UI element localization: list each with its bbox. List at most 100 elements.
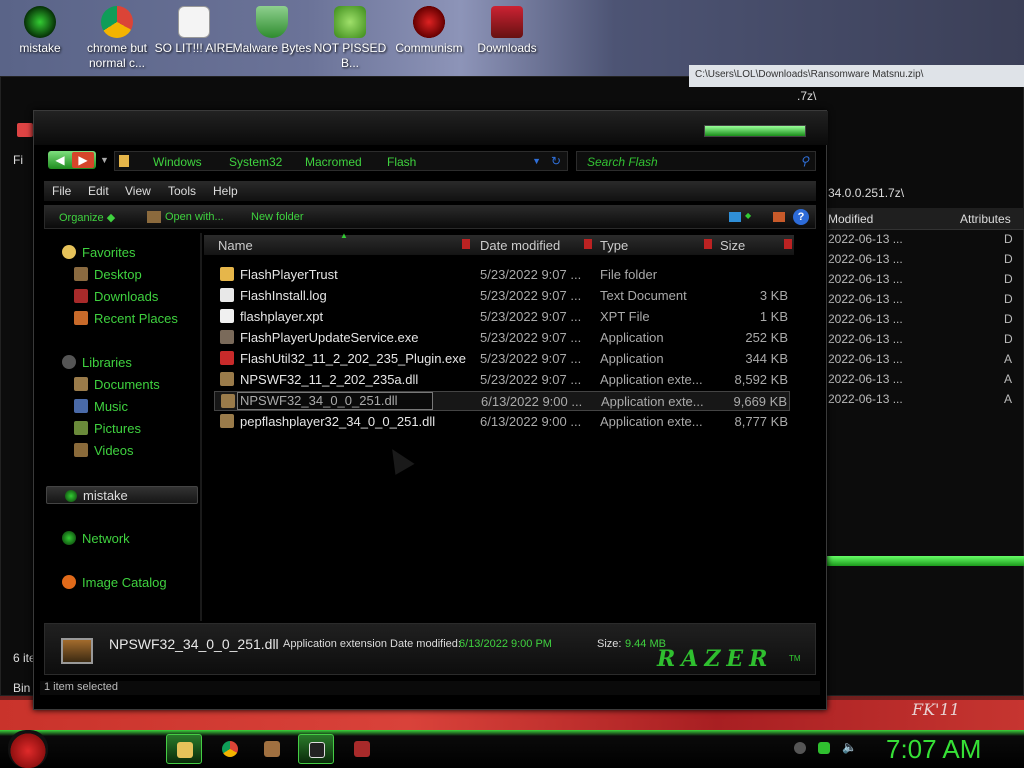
desktop-icon-mistake[interactable]: mistake (0, 6, 80, 56)
open-with-button[interactable]: Open with... (165, 211, 224, 223)
file-row[interactable]: FlashPlayerTrust 5/23/2022 9:07 ... File f… (214, 265, 790, 285)
7zip-menu-file[interactable]: Fi (13, 153, 23, 167)
details-type-label: Application extension Date modified: (283, 638, 461, 650)
column-size[interactable]: Size (720, 238, 745, 253)
nav-music[interactable]: Music (74, 399, 128, 414)
column-size-filter-icon[interactable] (784, 239, 792, 249)
nav-image-catalog[interactable]: Image Catalog (62, 575, 167, 590)
breadcrumb-flash[interactable]: Flash (387, 155, 416, 169)
menu-help[interactable]: Help (213, 184, 238, 198)
column-type[interactable]: Type (600, 238, 628, 253)
taskbar-explorer[interactable] (166, 734, 202, 764)
archive-row[interactable]: 2022-06-13 ... D (826, 232, 1024, 252)
window-control-buttons[interactable] (704, 125, 806, 137)
archive-row[interactable]: 2022-06-13 ... D (826, 312, 1024, 332)
breadcrumb-macromed[interactable]: Macromed (305, 155, 362, 169)
taskbar-7zip[interactable] (298, 734, 334, 764)
taskbar-app[interactable] (254, 734, 290, 764)
taskbar-clock[interactable]: 7:07 AM (886, 734, 981, 765)
organize-button[interactable]: Organize ◆ (59, 211, 115, 224)
archive-row[interactable]: 2022-06-13 ... A (826, 372, 1024, 392)
documents-icon (74, 377, 88, 391)
volume-icon[interactable]: 🔈 (842, 740, 857, 754)
archive-row[interactable]: 2022-06-13 ... A (826, 392, 1024, 412)
file-date-modified: 6/13/2022 9:00 ... (480, 414, 582, 429)
menu-file[interactable]: File (52, 184, 71, 198)
recent-pages-dropdown-icon[interactable]: ▼ (100, 155, 109, 165)
7zip-address[interactable]: 34.0.0.251.7z\ (828, 186, 904, 200)
view-options-icon[interactable] (729, 212, 741, 222)
search-input[interactable]: Search Flash ⚲ (576, 151, 816, 171)
column-date-modified[interactable]: Date modified (480, 238, 560, 253)
tray-notification-icon[interactable] (794, 742, 806, 754)
command-bar: Organize ◆ Open with... New folder ◆ ? (44, 205, 816, 229)
desktop-icon-downloads[interactable]: Downloads (467, 6, 547, 56)
desktop-icon-solitaire[interactable]: SO LIT!!! AIRE (154, 6, 234, 56)
7zip-col-modified[interactable]: Modified (828, 212, 873, 226)
menu-bar: File Edit View Tools Help (44, 181, 816, 201)
tray-network-icon[interactable] (818, 742, 830, 754)
breadcrumb-system32[interactable]: System32 (229, 155, 282, 169)
help-icon[interactable]: ? (793, 209, 809, 225)
details-pane: NPSWF32_34_0_0_251.dll Application exten… (44, 623, 816, 675)
search-icon[interactable]: ⚲ (800, 154, 809, 168)
desktop-icon-pissed[interactable]: NOT PISSED B... (310, 6, 390, 71)
nav-network[interactable]: Network (62, 531, 130, 546)
file-name[interactable]: NPSWF32_34_0_0_251.dll (237, 392, 433, 410)
archive-row[interactable]: 2022-06-13 ... D (826, 272, 1024, 292)
back-arrow-icon[interactable]: ◀ (49, 152, 71, 168)
file-row[interactable]: FlashPlayerUpdateService.exe 5/23/2022 9:… (214, 328, 790, 348)
menu-view[interactable]: View (125, 184, 151, 198)
file-row[interactable]: NPSWF32_11_2_202_235a.dll 5/23/2022 9:07 … (214, 370, 790, 390)
back-forward-buttons[interactable]: ◀ ▶ (48, 151, 96, 169)
nav-pictures[interactable]: Pictures (74, 421, 141, 436)
hammer-icon (413, 6, 445, 38)
file-row[interactable]: FlashInstall.log 5/23/2022 9:07 ... Text D… (214, 286, 790, 306)
address-dropdown-icon[interactable]: ▼ (532, 156, 541, 166)
column-name-filter-icon[interactable] (462, 239, 470, 249)
nav-homegroup-mistake[interactable]: mistake (46, 486, 198, 504)
archive-row[interactable]: 2022-06-13 ... D (826, 332, 1024, 352)
menu-edit[interactable]: Edit (88, 184, 109, 198)
taskbar-chrome[interactable] (212, 734, 248, 764)
forward-arrow-icon[interactable]: ▶ (72, 152, 94, 168)
desktop-icon-malwarebytes[interactable]: Malware Bytes (232, 6, 312, 56)
archive-row[interactable]: 2022-06-13 ... D (826, 252, 1024, 272)
desktop-icon-chrome[interactable]: chrome but normal c... (77, 6, 157, 71)
address-bar[interactable]: Windows System32 Macromed Flash ▼ ↻ (114, 151, 568, 171)
view-dropdown-icon[interactable]: ◆ (745, 211, 757, 221)
column-type-filter-icon[interactable] (704, 239, 712, 249)
dll-icon (220, 414, 234, 428)
pane-divider[interactable] (200, 233, 202, 621)
new-folder-button[interactable]: New folder (251, 211, 304, 223)
nav-libraries[interactable]: Libraries (62, 355, 132, 370)
nav-downloads[interactable]: Downloads (74, 289, 158, 304)
nav-documents[interactable]: Documents (74, 377, 160, 392)
7zip-progress-bar (826, 556, 1024, 566)
nav-videos[interactable]: Videos (74, 443, 134, 458)
archive-row[interactable]: 2022-06-13 ... D (826, 292, 1024, 312)
file-row[interactable]: flashplayer.xpt 5/23/2022 9:07 ... XPT Fil… (214, 307, 790, 327)
file-row[interactable]: FlashUtil32_11_2_202_235_Plugin.exe 5/23/… (214, 349, 790, 369)
file-date-modified: 6/13/2022 9:00 ... (481, 394, 583, 409)
column-date-filter-icon[interactable] (584, 239, 592, 249)
nav-favorites[interactable]: Favorites (62, 245, 135, 260)
file-row-selected[interactable]: NPSWF32_34_0_0_251.dll 6/13/2022 9:00 ...… (214, 391, 790, 411)
7zip-col-attributes[interactable]: Attributes (960, 212, 1011, 226)
nav-recent-places[interactable]: Recent Places (74, 311, 178, 326)
breadcrumb-windows[interactable]: Windows (153, 155, 202, 169)
menu-tools[interactable]: Tools (168, 184, 196, 198)
pictures-icon (74, 421, 88, 435)
column-name[interactable]: Name (218, 238, 253, 253)
preview-pane-icon[interactable] (773, 212, 785, 222)
desktop-icon-communism[interactable]: Communism (389, 6, 469, 56)
archive-row[interactable]: 2022-06-13 ... A (826, 352, 1024, 372)
explorer-window[interactable]: ◀ ▶ ▼ Windows System32 Macromed Flash ▼ … (33, 110, 828, 710)
refresh-icon[interactable]: ↻ (551, 154, 561, 168)
file-name: FlashUtil32_11_2_202_235_Plugin.exe (240, 351, 466, 366)
start-button-angry-bird-icon[interactable] (8, 730, 48, 768)
taskbar-downloads[interactable] (344, 734, 380, 764)
nav-desktop[interactable]: Desktop (74, 267, 142, 282)
file-type: Application exte... (600, 414, 703, 429)
file-row[interactable]: pepflashplayer32_34_0_0_251.dll 6/13/2022… (214, 412, 790, 432)
